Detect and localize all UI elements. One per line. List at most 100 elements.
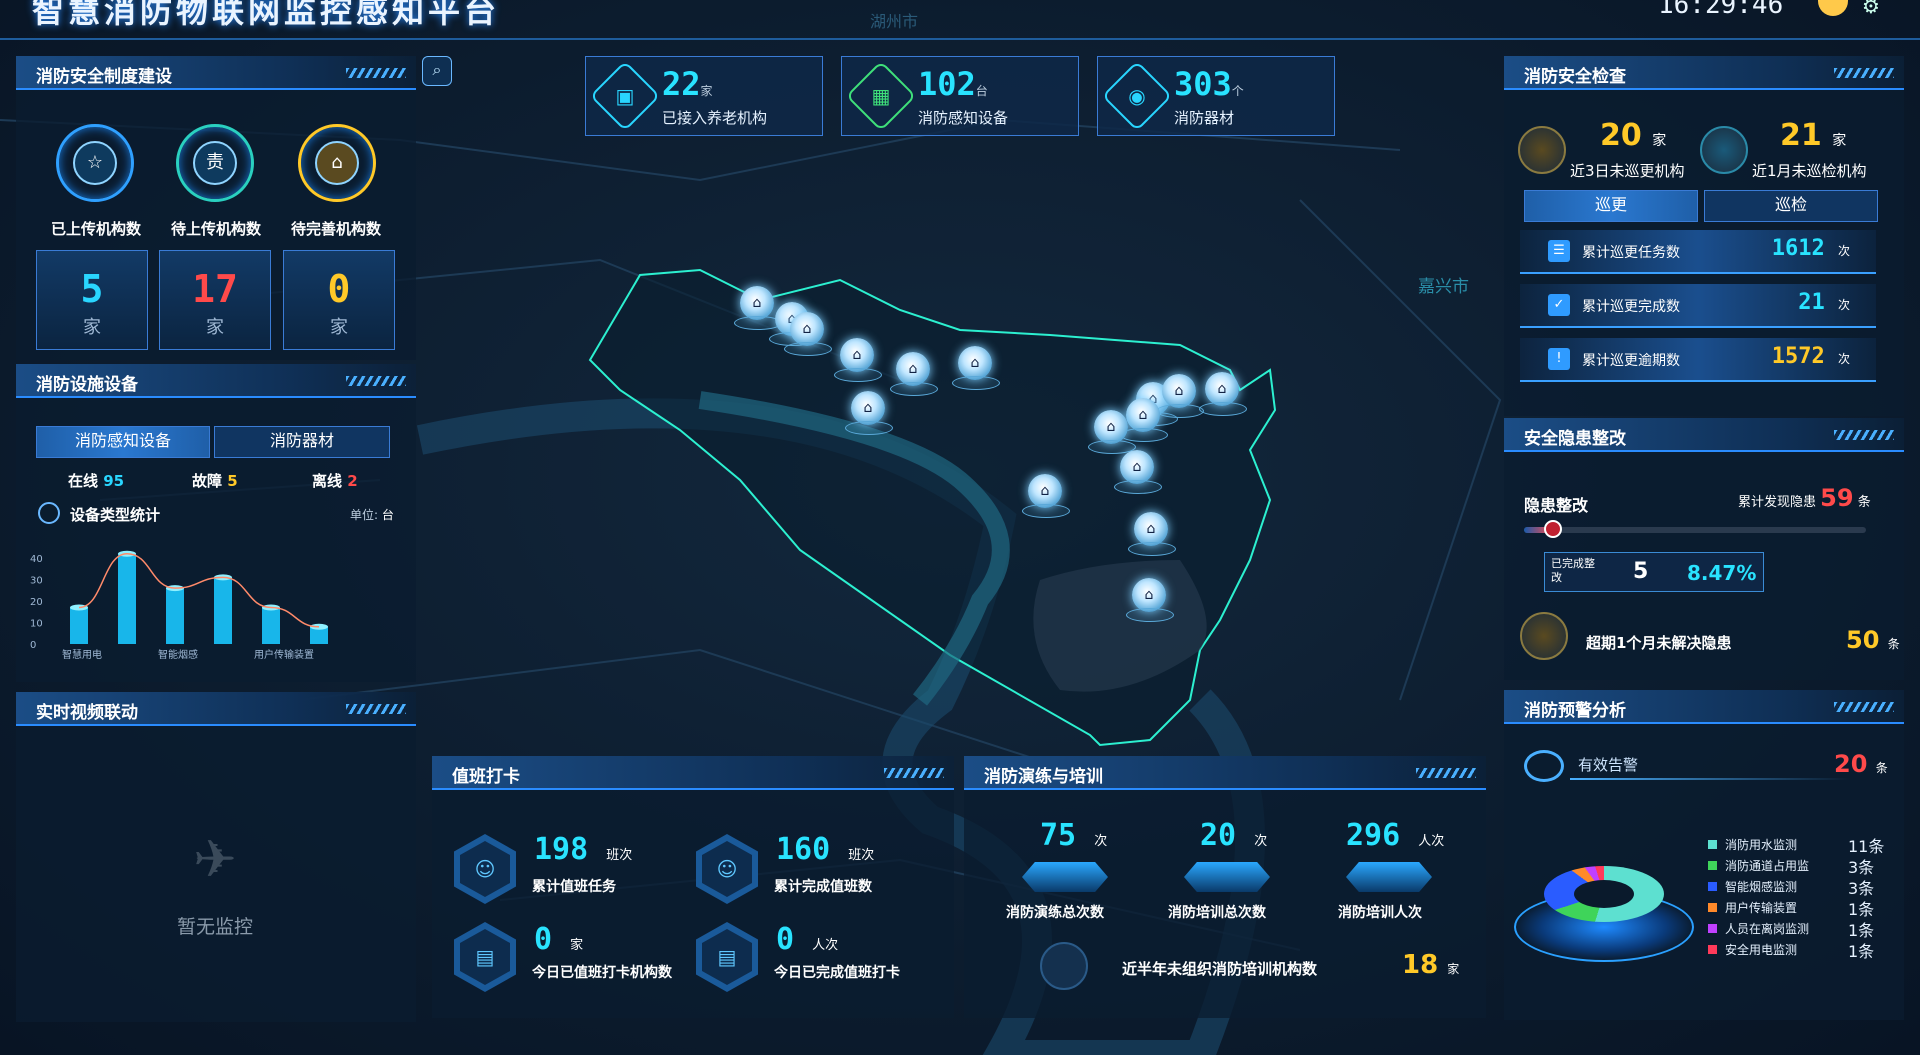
- effective-alarm-label: 有效告警: [1578, 756, 1639, 774]
- hazard-sub-title: 隐患整改: [1524, 496, 1589, 515]
- row-label: 累计巡更完成数: [1582, 299, 1680, 315]
- tab-patrol[interactable]: 巡更: [1524, 190, 1698, 222]
- x-tick-label: 智能烟感: [158, 648, 198, 661]
- duty-done-label: 累计完成值班数: [774, 879, 872, 895]
- map-pin-building-icon[interactable]: ⌂: [834, 338, 882, 382]
- legend-name: 消防通道占用监: [1725, 859, 1810, 873]
- row-value: 1572: [1771, 344, 1825, 369]
- tab-inspection[interactable]: 巡检: [1704, 190, 1878, 222]
- incomplete-count-box[interactable]: 0家: [283, 250, 395, 350]
- search-icon: ⌕: [432, 60, 442, 79]
- kpi-card-elderly-institutions[interactable]: ▣ 22家 已接入养老机构: [585, 56, 823, 136]
- gear-icon[interactable]: ⚙: [1862, 0, 1880, 18]
- patrol-task-row[interactable]: ☰ 累计巡更任务数 1612 次: [1520, 230, 1876, 274]
- kpi-card-sensing-devices[interactable]: ▦ 102台 消防感知设备: [841, 56, 1079, 136]
- unit: 家: [1447, 962, 1460, 976]
- row-label: 累计巡更逾期数: [1582, 353, 1680, 369]
- done-value: 5: [1633, 559, 1649, 584]
- incomplete-count: 0: [327, 267, 351, 311]
- patrol-done-row[interactable]: ✓ 累计巡更完成数 21 次: [1520, 284, 1876, 328]
- bar[interactable]: [70, 607, 88, 644]
- y-tick-label: 40: [30, 554, 43, 565]
- map-pin-building-icon[interactable]: ⌂: [1199, 372, 1247, 416]
- inspection-missing-label: 近1月未巡检机构: [1752, 162, 1867, 180]
- offline-stat: 离线 2: [312, 470, 358, 491]
- header-stripe-decoration: [346, 68, 406, 78]
- map-pin-building-icon[interactable]: ⌂: [1114, 450, 1162, 494]
- pending-count-box[interactable]: 17 家: [159, 250, 271, 350]
- star-icon: ☆: [73, 141, 117, 185]
- map-pin-building-icon[interactable]: ⌂: [1022, 474, 1070, 518]
- unit: 次: [1254, 834, 1268, 849]
- unit-value: 台: [381, 508, 394, 522]
- kpi-value: 102: [918, 65, 976, 103]
- duty-today-person-value: 0 人次: [776, 922, 838, 957]
- panel-header-video: 实时视频联动: [16, 692, 416, 726]
- online-stat: 在线 95: [68, 470, 124, 491]
- checklist-icon: ☰: [1548, 240, 1570, 262]
- online-value: 95: [103, 472, 125, 490]
- tab-sensing-devices[interactable]: 消防感知设备: [36, 426, 210, 458]
- duty-total-value: 198 班次: [534, 832, 632, 867]
- alarm-icon: !: [1548, 348, 1570, 370]
- map-pin-building-icon[interactable]: ⌂: [1088, 410, 1136, 454]
- legend-swatch: [1708, 882, 1717, 891]
- legend-item: 消防用水监测 11条: [1708, 836, 1884, 856]
- map-pin-building-icon[interactable]: ⌂: [845, 391, 893, 435]
- bar[interactable]: [166, 588, 184, 644]
- duty-done-value: 160 班次: [776, 832, 874, 867]
- hazard-progress-knob[interactable]: [1543, 520, 1562, 538]
- header-stripe-decoration: [346, 704, 406, 714]
- drill-total-label: 消防演练总次数: [1006, 905, 1104, 921]
- tab-fire-equipment[interactable]: 消防器材: [214, 426, 390, 458]
- alert-round-icon: [1040, 942, 1088, 990]
- uploaded-count-box[interactable]: 5家: [36, 250, 148, 350]
- legend-value: 1条: [1848, 942, 1875, 961]
- map-pin-building-icon[interactable]: ⌂: [1120, 398, 1168, 442]
- value: 20: [1600, 118, 1642, 153]
- no-video-icon: ✈: [193, 830, 237, 890]
- unit-label: 家: [330, 317, 348, 338]
- bar[interactable]: [214, 577, 232, 644]
- hazard-progress-track: [1524, 527, 1866, 533]
- header-divider: [0, 34, 1920, 40]
- value: 160: [776, 832, 831, 867]
- kpi-label: 已接入养老机构: [662, 109, 768, 127]
- map-label-city-right: 嘉兴市: [1418, 277, 1469, 297]
- value: 296: [1346, 818, 1401, 853]
- panel-header-warning: 消防预警分析: [1504, 690, 1904, 724]
- clipboard-check-icon: ✓: [1548, 294, 1570, 316]
- bar[interactable]: [118, 553, 136, 644]
- panel-title: 实时视频联动: [36, 703, 138, 723]
- panel-header-inspect: 消防安全检查: [1504, 56, 1904, 90]
- x-tick-label: 智慧用电: [62, 648, 102, 661]
- trend-line: [78, 552, 320, 628]
- map-pin-building-icon[interactable]: ⌂: [952, 346, 1000, 390]
- value: 21: [1780, 118, 1822, 153]
- fault-value: 5: [227, 472, 238, 490]
- legend-swatch: [1708, 945, 1717, 954]
- header-stripe-decoration: [346, 376, 406, 386]
- fault-stat: 故障 5: [192, 470, 238, 491]
- map-pin-building-icon[interactable]: ⌂: [890, 352, 938, 396]
- search-button[interactable]: ⌕: [422, 56, 452, 86]
- kpi-card-fire-equipment[interactable]: ◉ 303个 消防器材: [1097, 56, 1335, 136]
- kpi-unit: 个: [1231, 84, 1244, 98]
- map-pin-building-icon[interactable]: ⌂: [784, 312, 832, 356]
- training-people-value: 296 人次: [1346, 818, 1444, 853]
- unit: 家: [1652, 133, 1667, 149]
- unit: 条: [1875, 761, 1888, 775]
- uploaded-count: 5: [80, 267, 104, 311]
- map-pin-building-icon[interactable]: ⌂: [1126, 578, 1174, 622]
- legend-name: 消防用水监测: [1725, 838, 1798, 852]
- patrol-overdue-row[interactable]: ! 累计巡更逾期数 1572 次: [1520, 338, 1876, 382]
- map-pin-building-icon[interactable]: ⌂: [1128, 512, 1176, 556]
- header-stripe-decoration: [884, 768, 944, 778]
- chart-title: 设备类型统计: [70, 506, 161, 524]
- map-pin-building-icon[interactable]: ⌂: [734, 286, 782, 330]
- extinguisher-icon: ◉: [1101, 60, 1173, 132]
- bar[interactable]: [262, 607, 280, 644]
- done-label: 已完成整改: [1551, 557, 1595, 584]
- map-pin-building-icon[interactable]: ⌂: [1156, 374, 1204, 418]
- duty-today-org-value: 0 家: [534, 922, 583, 957]
